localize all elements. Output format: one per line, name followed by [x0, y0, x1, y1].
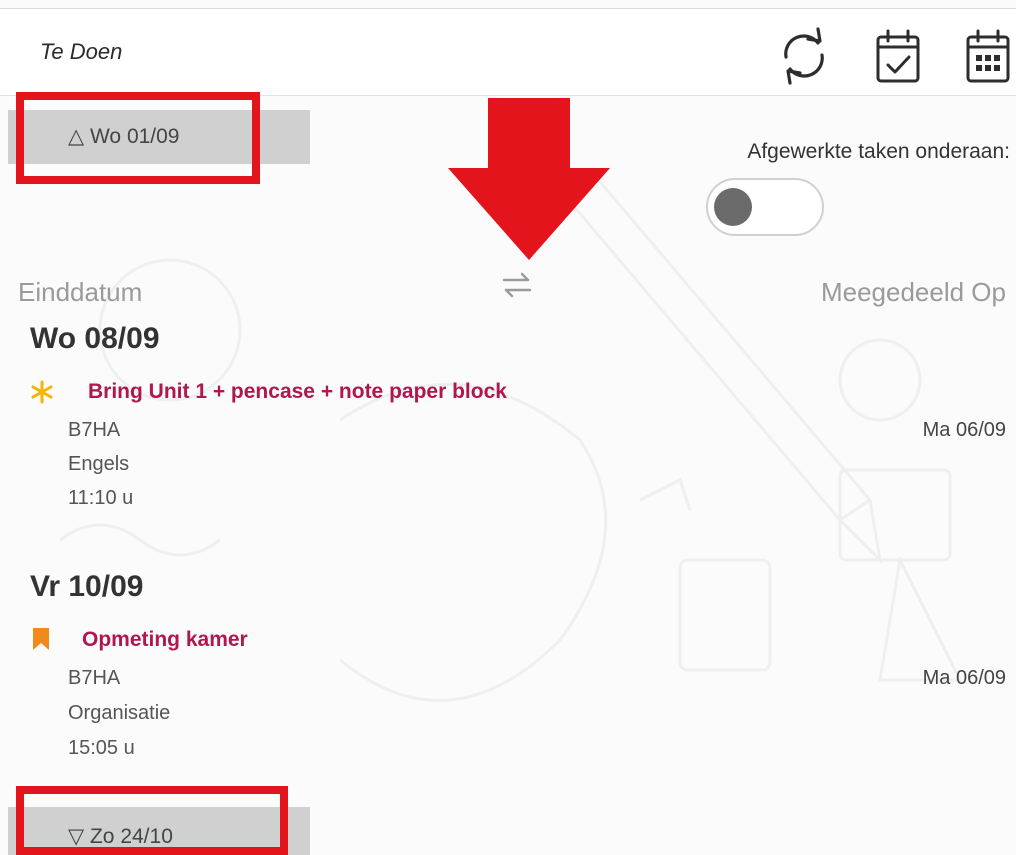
- task-subject: Engels: [68, 453, 130, 475]
- page-title: Te Doen: [40, 39, 123, 64]
- task-time: 11:10 u: [68, 487, 134, 509]
- top-bar: Te Doen: [0, 8, 1016, 96]
- toggle-knob: [714, 188, 752, 226]
- column-given-on[interactable]: Meegedeeld Op: [821, 277, 1006, 308]
- task-time: 15:05 u: [68, 737, 135, 759]
- bookmark-icon: [32, 627, 50, 651]
- calendar-check-icon[interactable]: [872, 27, 924, 85]
- toggle-label: Afgewerkte taken onderaan:: [747, 140, 1010, 163]
- asterisk-icon: [30, 380, 54, 404]
- task-class: B7HA: [68, 419, 121, 441]
- completed-tasks-toggle[interactable]: [706, 178, 824, 236]
- task-class: B7HA: [68, 667, 121, 689]
- sort-swap-icon[interactable]: [500, 270, 534, 298]
- highlight-box-prev: [16, 92, 260, 184]
- task-title-link[interactable]: Bring Unit 1 + pencase + note paper bloc…: [88, 380, 507, 404]
- calendar-grid-icon[interactable]: [962, 27, 1014, 85]
- task-given-date: Ma 06/09: [922, 667, 1006, 689]
- task-given-date: Ma 06/09: [922, 419, 1006, 441]
- day-header: Wo 08/09: [30, 322, 160, 355]
- column-end-date[interactable]: Einddatum: [18, 277, 142, 308]
- red-arrow-down-icon: [448, 98, 610, 260]
- task-subject: Organisatie: [68, 702, 171, 724]
- refresh-icon[interactable]: [778, 27, 830, 85]
- highlight-box-next: [16, 786, 288, 855]
- day-header: Vr 10/09: [30, 570, 144, 603]
- task-title-link[interactable]: Opmeting kamer: [82, 628, 248, 652]
